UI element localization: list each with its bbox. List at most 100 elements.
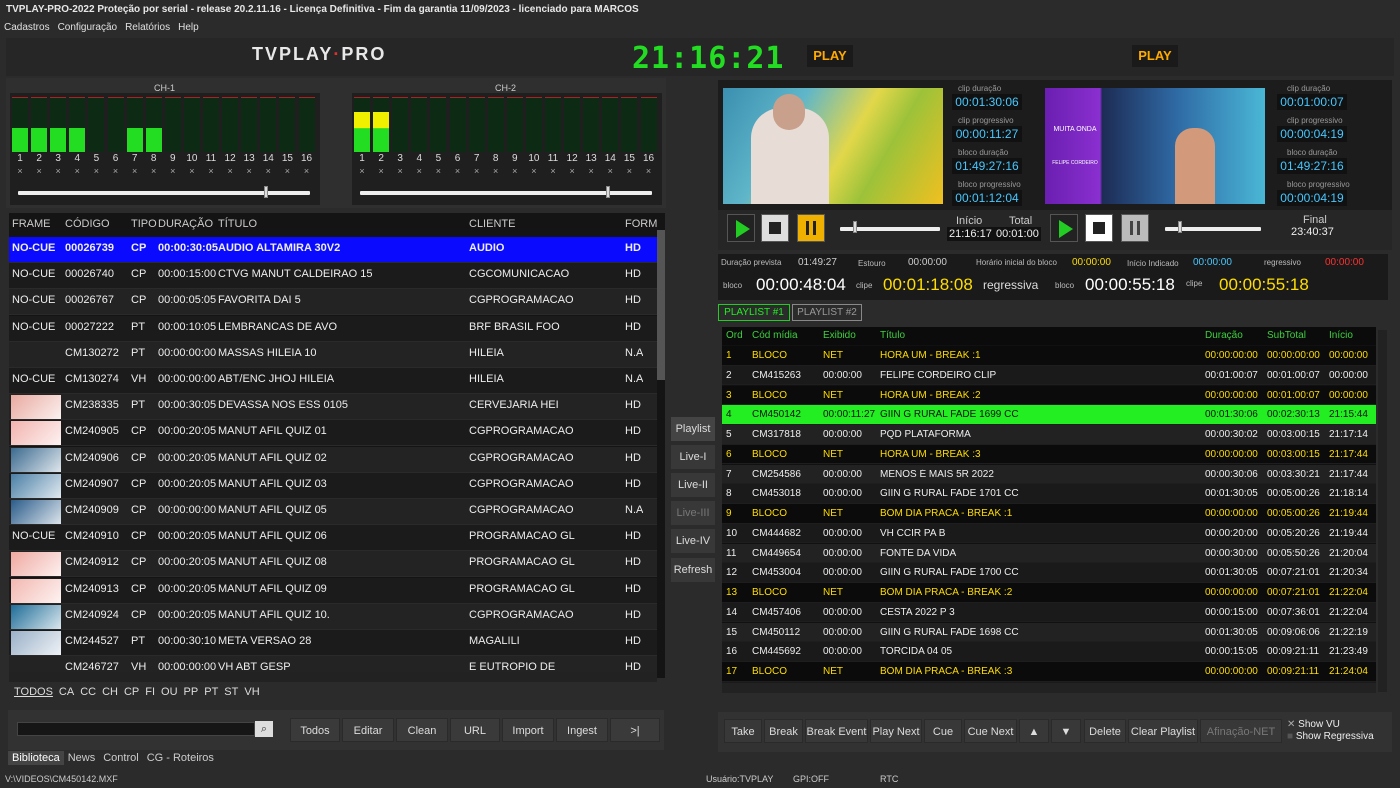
- vu-mute-icon[interactable]: ×: [373, 166, 389, 176]
- play-button-1[interactable]: [727, 214, 755, 242]
- pl-header-6[interactable]: Início: [1329, 330, 1353, 341]
- sidetab-refresh[interactable]: Refresh: [671, 558, 715, 582]
- playlist-row[interactable]: 2 CM415263 00:00:00 FELIPE CORDEIRO CLIP 00:…: [722, 365, 1376, 386]
- menu-item-1[interactable]: Configuração: [54, 19, 121, 33]
- pl-header-5[interactable]: SubTotal: [1267, 330, 1306, 341]
- playlist-row[interactable]: 16 CM445692 00:00:00 TORCIDA 04 05 00:00:15:…: [722, 642, 1376, 662]
- pl-header-2[interactable]: Exibido: [823, 330, 856, 341]
- vu-mute-icon[interactable]: ×: [526, 166, 542, 176]
- stop-button-1[interactable]: [761, 214, 789, 242]
- vu-mute-icon[interactable]: ×: [184, 166, 200, 176]
- playlist-row[interactable]: 17 BLOCO NET BOM DIA PRACA - BREAK :3 00:00:…: [722, 662, 1376, 682]
- tab-playlist-1[interactable]: PLAYLIST #1: [718, 304, 790, 321]
- vu-mute-icon[interactable]: ×: [165, 166, 181, 176]
- volume-thumb[interactable]: [264, 186, 268, 198]
- playlist-row[interactable]: 15 CM450112 00:00:00 GIIN G RURAL FADE 1698…: [722, 622, 1376, 643]
- filter-todos[interactable]: TODOS: [14, 686, 53, 698]
- table-row[interactable]: CM240905 CP 00:00:20:05 MANUT AFIL QUIZ 01 C…: [9, 420, 657, 447]
- vu-mute-icon[interactable]: ×: [564, 166, 580, 176]
- playlist-button-0[interactable]: Take: [724, 719, 762, 743]
- playlist-row[interactable]: 12 CM453004 00:00:00 GIIN G RURAL FADE 1700…: [722, 563, 1376, 583]
- vu-mute-icon[interactable]: ×: [450, 166, 466, 176]
- table-row[interactable]: CM130272 PT 00:00:00:00 MASSAS HILEIA 10 HIL…: [9, 341, 657, 368]
- vu-mute-icon[interactable]: ×: [127, 166, 143, 176]
- filter-ou[interactable]: OU: [161, 686, 178, 698]
- lib-header-6[interactable]: FORM: [625, 213, 657, 235]
- vu-mute-icon[interactable]: ×: [108, 166, 124, 176]
- vu-mute-icon[interactable]: ×: [88, 166, 104, 176]
- table-row[interactable]: NO-CUE CM130274 VH 00:00:00:00 ABT/ENC JHOJ …: [9, 368, 657, 394]
- vu-mute-icon[interactable]: ×: [602, 166, 618, 176]
- lib-header-2[interactable]: TIPO: [131, 213, 157, 235]
- vu-mute-icon[interactable]: ×: [392, 166, 408, 176]
- stop-button-2[interactable]: [1085, 214, 1113, 242]
- playlist-hscroll[interactable]: [722, 683, 1376, 693]
- lib-button-3[interactable]: URL: [450, 718, 500, 742]
- vu-mute-icon[interactable]: ×: [31, 166, 47, 176]
- playlist-row[interactable]: 9 BLOCO NET BOM DIA PRACA - BREAK :1 00:00:0…: [722, 504, 1376, 524]
- play-indicator-2[interactable]: PLAY: [1132, 45, 1178, 67]
- pause-button-1[interactable]: [797, 214, 825, 242]
- sidetab-live-iii[interactable]: Live-III: [671, 501, 715, 525]
- playlist-button-2[interactable]: Break Event: [805, 719, 868, 743]
- playlist-row[interactable]: 11 CM449654 00:00:00 FONTE DA VIDA 00:00:30:…: [722, 543, 1376, 564]
- playlist-row[interactable]: 5 CM317818 00:00:00 PQD PLATAFORMA 00:00:30:…: [722, 425, 1376, 445]
- vu-mute-icon[interactable]: ×: [469, 166, 485, 176]
- playlist-row[interactable]: 13 BLOCO NET BOM DIA PRACA - BREAK :2 00:00:…: [722, 583, 1376, 603]
- vu-mute-icon[interactable]: ×: [641, 166, 657, 176]
- playlist-button-6[interactable]: ▲: [1019, 719, 1049, 743]
- table-row[interactable]: CM240912 CP 00:00:20:05 MANUT AFIL QUIZ 08 P…: [9, 551, 657, 578]
- menu-item-3[interactable]: Help: [174, 19, 203, 33]
- filter-pt[interactable]: PT: [204, 686, 218, 698]
- volume-thumb[interactable]: [606, 186, 610, 198]
- playlist-button-1[interactable]: Break: [764, 719, 803, 743]
- playlist-row[interactable]: 1 BLOCO NET HORA UM - BREAK :1 00:00:00:00 00…: [722, 346, 1376, 366]
- pl-header-3[interactable]: Título: [880, 330, 905, 341]
- show-regressiva-check[interactable]: ■ Show Regressiva: [1287, 731, 1374, 742]
- lib-header-0[interactable]: FRAME: [12, 213, 51, 235]
- play-button-2[interactable]: [1050, 214, 1078, 242]
- vu-mute-icon[interactable]: ×: [583, 166, 599, 176]
- playlist-row[interactable]: 3 BLOCO NET HORA UM - BREAK :2 00:00:00:00 00…: [722, 385, 1376, 406]
- table-row[interactable]: CM240924 CP 00:00:20:05 MANUT AFIL QUIZ 10.…: [9, 603, 657, 630]
- vu-mute-icon[interactable]: ×: [621, 166, 637, 176]
- filter-st[interactable]: ST: [224, 686, 238, 698]
- tab-playlist-2[interactable]: PLAYLIST #2: [792, 304, 862, 321]
- vu-mute-icon[interactable]: ×: [299, 166, 315, 176]
- filter-pp[interactable]: PP: [184, 686, 199, 698]
- lib-button-0[interactable]: Todos: [290, 718, 340, 742]
- bottom-tab-2[interactable]: Control: [99, 751, 142, 765]
- playlist-scrollbar[interactable]: [1378, 330, 1387, 692]
- sidetab-live-ii[interactable]: Live-II: [671, 473, 715, 497]
- table-row[interactable]: CM244527 PT 00:00:30:10 META VERSAO 28 MAGAL…: [9, 630, 657, 656]
- search-input[interactable]: [17, 722, 255, 736]
- show-vu-check[interactable]: ✕ Show VU: [1287, 719, 1340, 730]
- lib-header-4[interactable]: TÍTULO: [218, 213, 257, 235]
- menu-item-2[interactable]: Relatórios: [121, 19, 174, 33]
- library-hscroll[interactable]: [9, 672, 657, 682]
- bottom-tab-0[interactable]: Biblioteca: [8, 751, 64, 765]
- playlist-button-9[interactable]: Clear Playlist: [1128, 719, 1198, 743]
- pl-header-0[interactable]: Ord: [726, 330, 743, 341]
- menu-item-0[interactable]: Cadastros: [0, 19, 54, 33]
- filter-cc[interactable]: CC: [80, 686, 96, 698]
- playlist-button-10[interactable]: Afinação-NET: [1200, 719, 1282, 743]
- vu-mute-icon[interactable]: ×: [260, 166, 276, 176]
- lib-header-5[interactable]: CLIENTE: [469, 213, 515, 235]
- table-row[interactable]: NO-CUE 00026739 CP 00:00:30:05 AUDIO ALTAMIR…: [9, 237, 657, 263]
- playlist-row[interactable]: 6 BLOCO NET HORA UM - BREAK :3 00:00:00:00 00…: [722, 444, 1376, 465]
- pl-header-1[interactable]: Cód mídia: [752, 330, 798, 341]
- playlist-row[interactable]: 7 CM254586 00:00:00 MENOS É MAIS 5R 2022 00:…: [722, 464, 1376, 485]
- sidetab-playlist[interactable]: Playlist: [671, 417, 715, 441]
- bottom-tab-1[interactable]: News: [64, 751, 100, 765]
- playlist-row[interactable]: 10 CM444682 00:00:00 VH CCIR PA B 00:00:20:0…: [722, 523, 1376, 544]
- vu-mute-icon[interactable]: ×: [411, 166, 427, 176]
- vu-mute-icon[interactable]: ×: [222, 166, 238, 176]
- lib-button-6[interactable]: >|: [610, 718, 660, 742]
- sidetab-live-iv[interactable]: Live-IV: [671, 529, 715, 553]
- playlist-button-8[interactable]: Delete: [1084, 719, 1126, 743]
- filter-cp[interactable]: CP: [124, 686, 139, 698]
- table-row[interactable]: CM238335 PT 00:00:30:05 DEVASSA NOS ESS 010…: [9, 394, 657, 421]
- filter-vh[interactable]: VH: [244, 686, 259, 698]
- search-icon[interactable]: ⌕: [255, 721, 273, 737]
